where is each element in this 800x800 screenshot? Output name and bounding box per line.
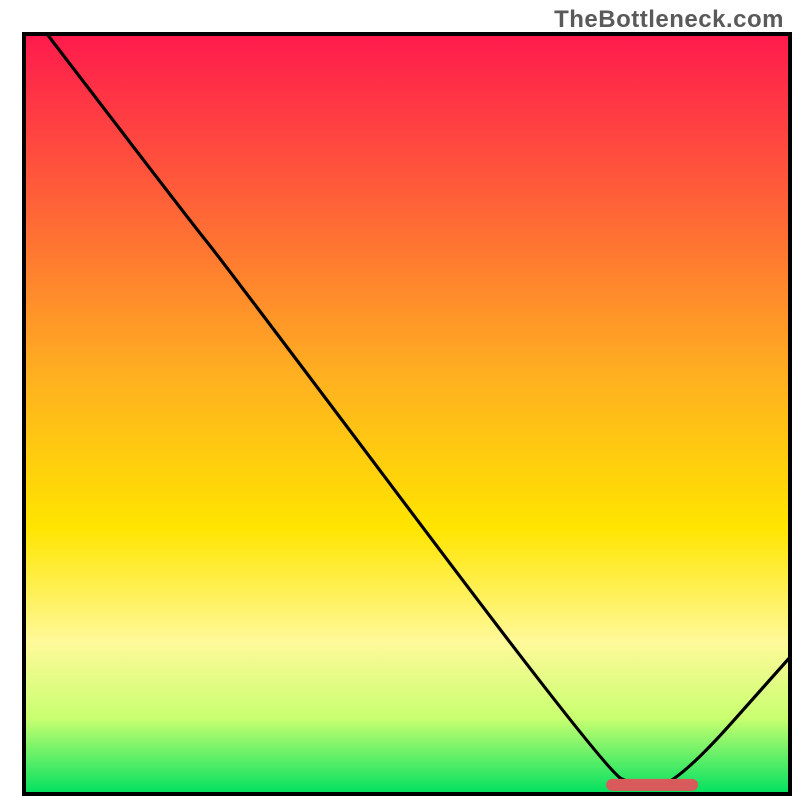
gradient-background [24, 34, 790, 794]
watermark-text: TheBottleneck.com [554, 6, 784, 34]
bottleneck-chart [0, 0, 800, 800]
chart-container: TheBottleneck.com [0, 0, 800, 800]
optimal-range-bar [606, 779, 698, 791]
